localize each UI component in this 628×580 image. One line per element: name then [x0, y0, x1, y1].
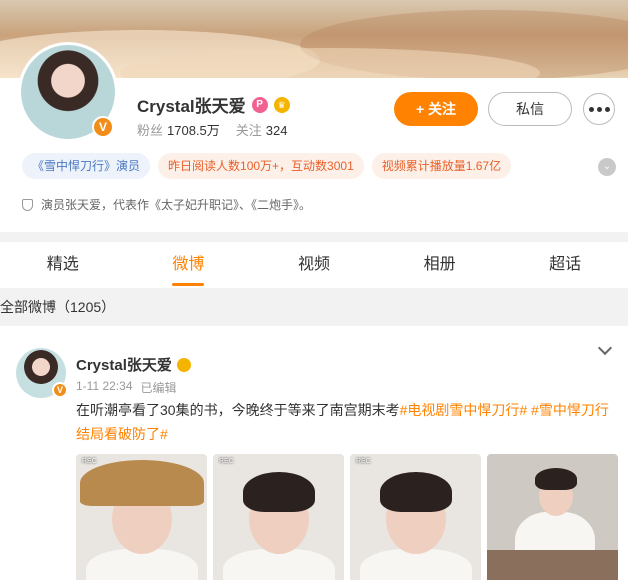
- post-photo[interactable]: REC: [76, 454, 207, 580]
- post-meta: 1-11 22:34 已编辑: [76, 379, 177, 396]
- tab-videos[interactable]: 视频: [251, 242, 377, 288]
- expand-icon[interactable]: ⌄: [598, 158, 616, 176]
- fans-stat[interactable]: 粉丝 1708.5万: [137, 120, 220, 139]
- crown-icon[interactable]: [176, 357, 191, 372]
- tag-role[interactable]: 《雪中悍刀行》演员: [22, 153, 151, 179]
- verified-badge: V: [92, 116, 114, 138]
- post-edited[interactable]: 已编辑: [141, 379, 177, 396]
- profile-bio: 演员张天爱，代表作《太子妃升职记》、《二炮手》。: [22, 196, 311, 213]
- message-button[interactable]: 私信: [488, 92, 572, 126]
- following-value: 324: [265, 123, 288, 138]
- post-card: V Crystal张天爱 1-11 22:34 已编辑 在听潮亭看了30集的书，…: [0, 326, 628, 580]
- fans-label: 粉丝: [137, 123, 164, 138]
- following-stat[interactable]: 关注 324: [236, 120, 288, 139]
- tab-featured[interactable]: 精选: [0, 242, 126, 288]
- post-photos: REC REC REC: [76, 454, 618, 580]
- chevron-down-icon[interactable]: [598, 342, 612, 356]
- profile-tags: 《雪中悍刀行》演员 昨日阅读人数100万+，互动数3001 视频累计播放量1.6…: [22, 153, 512, 179]
- post-text: 在听潮亭看了30集的书，今晚终于等来了南宫期末考#电视剧雪中悍刀行# #雪中悍刀…: [76, 398, 616, 446]
- post-text-plain: 在听潮亭看了30集的书，今晚终于等来了南宫期末考: [76, 402, 400, 418]
- all-posts-header: 全部微博（1205）: [0, 288, 628, 326]
- profile-tabs: 精选 微博 视频 相册 超话: [0, 242, 628, 288]
- vip-icon[interactable]: P: [251, 96, 268, 113]
- section-divider: [0, 232, 628, 242]
- post-author-row: Crystal张天爱: [76, 354, 191, 375]
- post-verified-badge: V: [52, 382, 68, 398]
- tag-reads[interactable]: 昨日阅读人数100万+，互动数3001: [158, 153, 364, 179]
- rec-label: REC: [219, 458, 234, 465]
- post-photo[interactable]: REC: [213, 454, 344, 580]
- tag-video-plays[interactable]: 视频累计播放量1.67亿: [371, 153, 512, 179]
- crown-icon[interactable]: ♛: [273, 96, 290, 113]
- profile-name: Crystal张天爱: [137, 97, 246, 116]
- rec-label: REC: [356, 458, 371, 465]
- following-label: 关注: [235, 123, 262, 138]
- profile-name-row: Crystal张天爱 P ♛: [137, 92, 290, 117]
- profile-stats: 粉丝 1708.5万 关注 324: [137, 120, 288, 139]
- post-photo[interactable]: REC: [350, 454, 481, 580]
- fans-value: 1708.5万: [167, 123, 220, 138]
- shield-icon: [22, 198, 33, 211]
- more-dots-icon[interactable]: [583, 93, 615, 125]
- post-author[interactable]: Crystal张天爱: [76, 354, 172, 375]
- rec-label: REC: [82, 458, 97, 465]
- tab-albums[interactable]: 相册: [377, 242, 503, 288]
- tab-weibo[interactable]: 微博: [126, 242, 252, 288]
- post-time[interactable]: 1-11 22:34: [76, 379, 133, 396]
- bio-text: 演员张天爱，代表作《太子妃升职记》、《二炮手》。: [41, 198, 312, 212]
- post-photo[interactable]: [487, 454, 618, 580]
- follow-button[interactable]: + 关注: [394, 92, 478, 126]
- hashtag-link[interactable]: #电视剧雪中悍刀行#: [400, 402, 528, 418]
- tab-supertopic[interactable]: 超话: [502, 242, 628, 288]
